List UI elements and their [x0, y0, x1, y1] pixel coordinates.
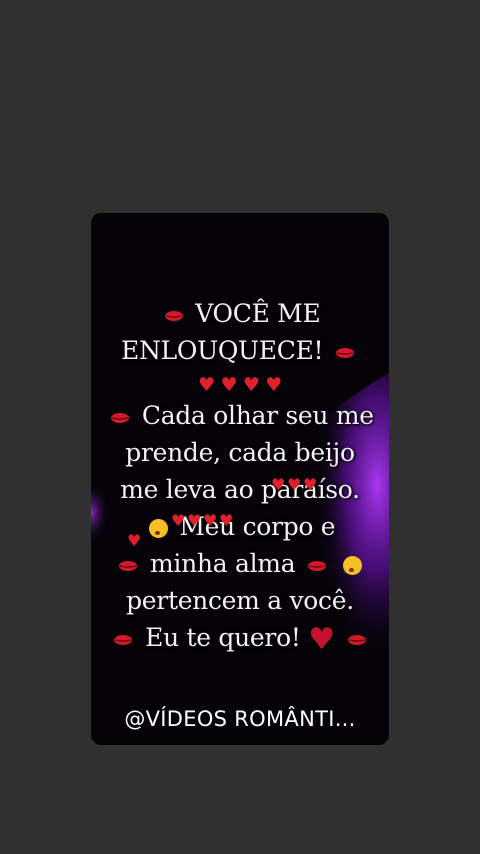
kiss-mark-icon [164, 310, 183, 321]
kiss-mark-icon [114, 634, 133, 645]
line-9: Eu te quero! [145, 623, 301, 652]
floating-heart-icon: ♥ [187, 511, 202, 530]
floating-heart-icon: ♥ [203, 511, 218, 530]
floating-heart-icon: ♥ [287, 475, 302, 494]
floating-heart-icon: ♥ [303, 475, 318, 494]
heart-icon: ♥ [265, 374, 282, 396]
face-blowing-kiss-icon [342, 556, 362, 575]
kiss-mark-icon [307, 560, 326, 571]
line-2: ENLOUQUECE! [121, 336, 324, 365]
floating-heart-icon: ♥ [219, 511, 234, 530]
big-heart-icon: ♥ [308, 622, 335, 657]
kiss-mark-icon [347, 634, 366, 645]
line-5: me leva ao paraíso. [120, 475, 360, 504]
heart-icon: ♥ [220, 374, 238, 396]
kiss-mark-icon [111, 412, 130, 423]
face-blowing-kiss-icon [148, 519, 168, 538]
account-watermark[interactable]: @VÍDEOS ROMÂNTI... [91, 707, 389, 731]
kiss-mark-icon [119, 560, 138, 571]
floating-heart-icon: ♥ [127, 531, 142, 550]
line-3: Cada olhar seu me [141, 401, 374, 430]
floating-heart-icon: ♥ [171, 511, 186, 530]
kiss-mark-icon [335, 347, 354, 358]
line-7: minha alma [150, 549, 296, 578]
line-1: VOCÊ ME [195, 299, 321, 328]
hearts-row: ♥ ♥ ♥ ♥ [91, 369, 389, 397]
heart-icon: ♥ [198, 374, 215, 396]
floating-heart-icon: ♥ [271, 475, 286, 494]
line-8: pertencem a você. [126, 586, 354, 615]
line-4: prende, cada beijo [125, 438, 355, 467]
story-card[interactable]: VOCÊ ME ENLOUQUECE! ♥ ♥ ♥ ♥ Cada olhar s… [91, 213, 389, 745]
heart-icon: ♥ [242, 374, 260, 396]
